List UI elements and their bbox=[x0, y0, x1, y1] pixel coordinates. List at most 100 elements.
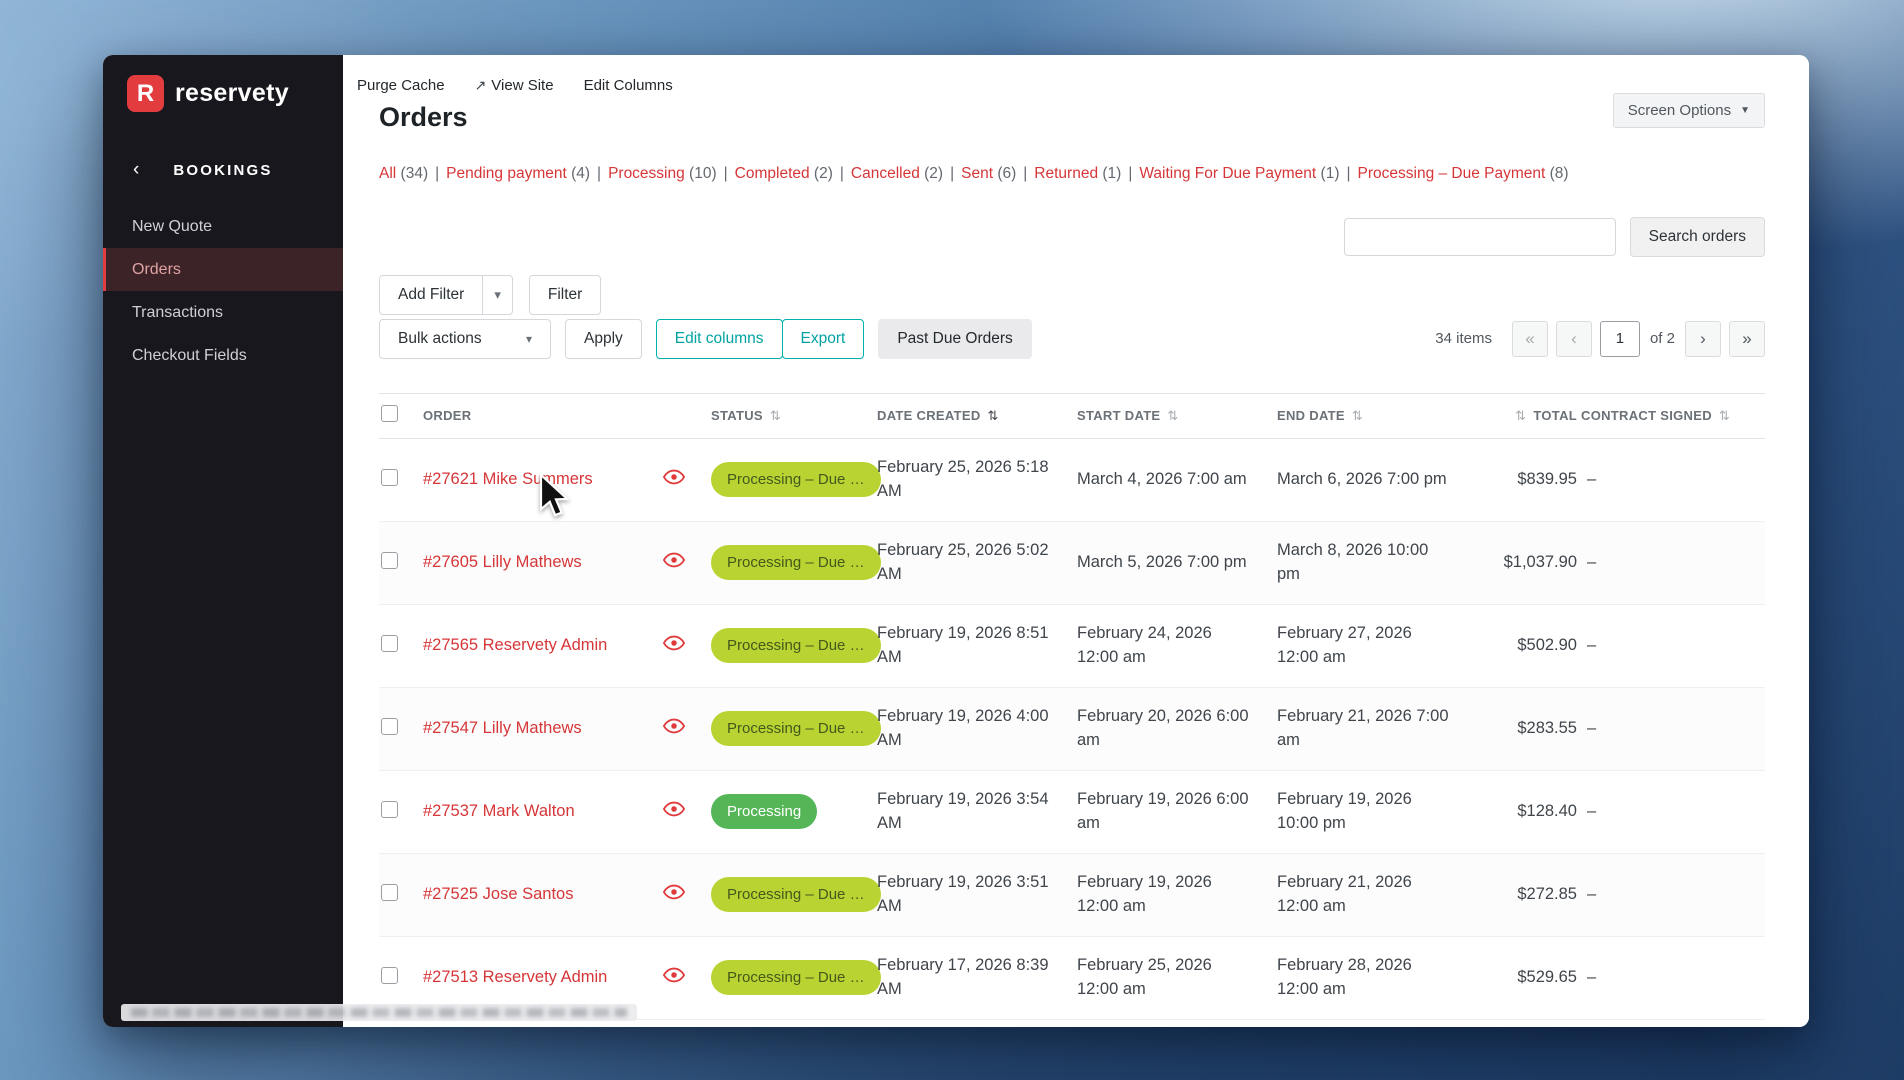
caret-down-icon: ▾ bbox=[494, 286, 501, 302]
eye-icon[interactable] bbox=[663, 552, 685, 568]
column-header-label: STATUS bbox=[711, 408, 763, 424]
sidebar-item-orders[interactable]: Orders bbox=[103, 248, 343, 291]
last-page-button[interactable]: » bbox=[1729, 320, 1765, 357]
eye-icon-svg bbox=[663, 552, 685, 568]
reservety-logo-icon: R bbox=[127, 75, 164, 112]
bulk-actions-select[interactable]: Bulk actions ▾ bbox=[379, 318, 551, 359]
edit-columns-topbar-link[interactable]: Edit Columns bbox=[584, 77, 673, 94]
status-filter-link[interactable]: All bbox=[379, 165, 396, 182]
column-header-date_created[interactable]: DATE CREATED ⇅ bbox=[877, 408, 1077, 424]
order-link[interactable]: #27565 Reservety Admin bbox=[423, 636, 607, 654]
orders-table-header: ORDER STATUS ⇅ DATE CREATED ⇅ START DATE ⇅ END … bbox=[379, 392, 1765, 439]
purge-cache-link[interactable]: Purge Cache bbox=[357, 77, 445, 94]
eye-icon[interactable] bbox=[663, 718, 685, 734]
row-checkbox[interactable] bbox=[381, 717, 398, 735]
status-filter-link[interactable]: Returned bbox=[1034, 165, 1098, 182]
apply-button[interactable]: Apply bbox=[565, 318, 642, 359]
search-orders-button[interactable]: Search orders bbox=[1629, 216, 1765, 257]
view-order-cell bbox=[663, 801, 711, 822]
sort-icon[interactable]: ⇅ bbox=[1719, 408, 1730, 424]
total-cell: $502.90 bbox=[1517, 636, 1577, 655]
status-filter-link[interactable]: Waiting For Due Payment bbox=[1139, 165, 1316, 182]
column-header-status[interactable]: STATUS ⇅ bbox=[711, 408, 877, 424]
prev-page-button[interactable]: ‹ bbox=[1555, 320, 1592, 357]
status-filter-link[interactable]: Sent bbox=[961, 165, 993, 182]
eye-icon[interactable] bbox=[663, 635, 685, 651]
filter-separator: | bbox=[435, 165, 440, 182]
search-orders-input[interactable] bbox=[1343, 217, 1616, 256]
status-filter-link[interactable]: Completed bbox=[735, 165, 810, 182]
sidebar-item-checkout-fields[interactable]: Checkout Fields bbox=[103, 334, 343, 377]
column-header-label: ORDER bbox=[423, 408, 472, 424]
status-filter-count: (10) bbox=[684, 165, 717, 182]
sidebar: R reservety ‹ BOOKINGS New Quote Orders Tr… bbox=[103, 55, 343, 1027]
order-cell: #27565 Reservety Admin bbox=[423, 636, 663, 655]
column-header-end_date[interactable]: END DATE ⇅ bbox=[1277, 408, 1481, 424]
contract-signed-cell: – bbox=[1587, 636, 1597, 655]
past-due-orders-button[interactable]: Past Due Orders bbox=[878, 318, 1032, 359]
eye-icon-svg bbox=[663, 635, 685, 651]
view-site-link[interactable]: ↗ View Site bbox=[475, 77, 554, 94]
status-filter-link[interactable]: Processing bbox=[608, 165, 685, 182]
status-filter-count: (2) bbox=[919, 165, 944, 182]
filter-button[interactable]: Filter bbox=[528, 274, 602, 315]
order-link[interactable]: #27513 Reservety Admin bbox=[423, 968, 607, 986]
sort-icon[interactable]: ⇅ bbox=[770, 408, 781, 424]
eye-icon[interactable] bbox=[663, 469, 685, 485]
row-checkbox[interactable] bbox=[381, 468, 398, 486]
row-checkbox[interactable] bbox=[381, 800, 398, 818]
date-created-cell: February 19, 2026 4:00 AM bbox=[877, 706, 1049, 749]
end-date-cell: February 27, 2026 12:00 am bbox=[1277, 623, 1412, 666]
row-checkbox[interactable] bbox=[381, 883, 398, 901]
status-badge: Processing – Due … bbox=[711, 877, 881, 913]
sort-icon[interactable]: ⇅ bbox=[1515, 408, 1526, 424]
column-header-order[interactable]: ORDER bbox=[423, 408, 663, 423]
sidebar-item-transactions[interactable]: Transactions bbox=[103, 291, 343, 334]
screen-options-label: Screen Options bbox=[1627, 102, 1732, 119]
column-header-total[interactable]: ⇅ TOTAL bbox=[1481, 408, 1581, 424]
eye-icon[interactable] bbox=[663, 884, 685, 900]
order-link[interactable]: #27547 Lilly Mathews bbox=[423, 719, 582, 737]
sort-icon[interactable]: ⇅ bbox=[988, 408, 999, 424]
first-page-button[interactable]: « bbox=[1511, 320, 1548, 357]
start-date-cell: March 4, 2026 7:00 am bbox=[1077, 469, 1247, 488]
sidebar-item-new-quote[interactable]: New Quote bbox=[103, 205, 343, 248]
status-cell: Processing – Due … bbox=[711, 628, 881, 664]
eye-icon[interactable] bbox=[663, 801, 685, 817]
status-filter-link[interactable]: Cancelled bbox=[851, 165, 920, 182]
status-filter-link[interactable]: Processing – Due Payment bbox=[1358, 165, 1546, 182]
eye-icon[interactable] bbox=[663, 967, 685, 983]
view-order-cell bbox=[663, 718, 711, 739]
column-header-start_date[interactable]: START DATE ⇅ bbox=[1077, 408, 1277, 424]
order-link[interactable]: #27537 Mark Walton bbox=[423, 802, 575, 820]
column-header-label: TOTAL bbox=[1533, 408, 1577, 424]
page-title: Orders bbox=[379, 102, 468, 132]
order-link[interactable]: #27605 Lilly Mathews bbox=[423, 553, 582, 571]
status-badge: Processing bbox=[711, 794, 818, 830]
row-checkbox[interactable] bbox=[381, 634, 398, 652]
order-link[interactable]: #27525 Jose Santos bbox=[423, 885, 573, 903]
row-checkbox[interactable] bbox=[381, 551, 398, 569]
select-all-checkbox[interactable] bbox=[381, 404, 398, 422]
add-filter-button[interactable]: Add Filter bbox=[379, 274, 484, 315]
sort-icon[interactable]: ⇅ bbox=[1167, 408, 1178, 424]
page-of-text: of 2 bbox=[1649, 330, 1675, 348]
orders-table: ORDER STATUS ⇅ DATE CREATED ⇅ START DATE ⇅ END … bbox=[379, 392, 1765, 1020]
main-content: Purge Cache ↗ View Site Edit Columns Scr… bbox=[343, 55, 1809, 1027]
current-page-input[interactable]: 1 bbox=[1599, 320, 1640, 357]
add-filter-caret-button[interactable]: ▾ bbox=[483, 274, 513, 315]
edit-columns-button[interactable]: Edit columns bbox=[655, 318, 783, 359]
screen-options-button[interactable]: Screen Options ▼ bbox=[1612, 93, 1765, 128]
column-header-contract_signed[interactable]: CONTRACT SIGNED ⇅ bbox=[1581, 408, 1765, 424]
export-button[interactable]: Export bbox=[781, 318, 865, 359]
status-filter-link[interactable]: Pending payment bbox=[446, 165, 567, 182]
next-page-button[interactable]: › bbox=[1685, 320, 1721, 357]
status-badge: Processing – Due … bbox=[711, 711, 881, 747]
row-checkbox[interactable] bbox=[381, 966, 398, 984]
chevron-left-icon[interactable]: ‹ bbox=[133, 159, 142, 181]
external-link-icon: ↗ bbox=[474, 77, 487, 93]
actions-toolbar: Bulk actions ▾ Apply Edit columns Export… bbox=[379, 318, 1765, 359]
row-select-cell bbox=[379, 468, 423, 491]
header-select-all-cell bbox=[379, 404, 423, 427]
sort-icon[interactable]: ⇅ bbox=[1352, 408, 1363, 424]
